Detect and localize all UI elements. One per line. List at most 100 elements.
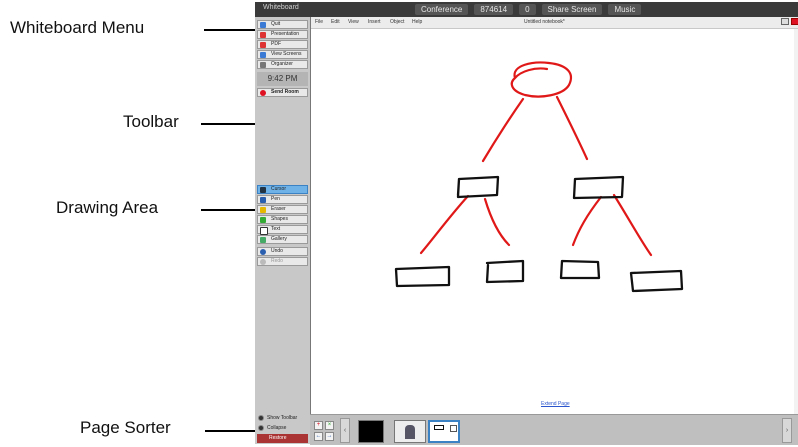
- whiteboard-menu: File Edit View Insert Object Help Untitl…: [311, 17, 798, 29]
- collapse-button[interactable]: Collapse: [257, 424, 286, 432]
- shapes-icon: [260, 217, 266, 223]
- tool-pen-label: Pen: [271, 196, 280, 202]
- window-buttons: [781, 18, 798, 25]
- box-mid-right: [572, 175, 625, 200]
- quit-button[interactable]: Quit: [257, 20, 308, 29]
- organizer-button[interactable]: Organizer: [257, 60, 308, 69]
- show-toolbar-button[interactable]: Show Toolbar: [257, 414, 297, 422]
- box-leaf-1: [394, 265, 451, 288]
- page-thumbnail-1[interactable]: [358, 420, 384, 443]
- menu-help[interactable]: Help: [412, 19, 422, 25]
- extend-page-link[interactable]: Extend Page: [541, 401, 570, 407]
- send-room-icon: [260, 90, 266, 96]
- conference-controls: Conference 874614 0 Share Screen Music: [415, 2, 642, 17]
- page-thumbnail-2[interactable]: [394, 420, 426, 443]
- box-leaf-4: [629, 269, 684, 293]
- thumbnail-tree-icon: [434, 425, 444, 430]
- scroll-left-icon[interactable]: ‹: [340, 418, 350, 443]
- menu-object[interactable]: Object: [390, 19, 404, 25]
- tool-gallery[interactable]: Gallery: [257, 235, 308, 244]
- callout-page-sorter: Page Sorter: [80, 418, 171, 437]
- send-room-label: Send Room: [271, 89, 299, 95]
- quit-icon: [260, 22, 266, 28]
- edge-right-a: [571, 195, 603, 247]
- music-button[interactable]: Music: [608, 4, 642, 15]
- app-title: Whiteboard: [263, 4, 299, 11]
- presentation-icon: [260, 32, 266, 38]
- whiteboard: File Edit View Insert Object Help Untitl…: [310, 17, 798, 414]
- presentation-label: Presentation: [271, 31, 300, 37]
- menu-insert[interactable]: Insert: [368, 19, 381, 25]
- tool-undo-label: Undo: [271, 248, 283, 254]
- callout-whiteboard-menu: Whiteboard Menu: [10, 18, 145, 37]
- toolbar-panel: Quit Presentation PDF View Screens Organ…: [255, 17, 310, 444]
- edge-root-right: [555, 95, 589, 161]
- view-screens-button[interactable]: View Screens: [257, 50, 308, 59]
- tool-eraser-label: Eraser: [271, 206, 286, 212]
- presentation-button[interactable]: Presentation: [257, 30, 308, 39]
- conference-code: 874614: [474, 4, 514, 15]
- pen-icon: [260, 197, 266, 203]
- restore-button[interactable]: Restore: [257, 434, 308, 443]
- menu-edit[interactable]: Edit: [331, 19, 340, 25]
- participant-count: 0: [519, 4, 536, 15]
- conference-button[interactable]: Conference: [415, 4, 469, 15]
- close-icon[interactable]: [791, 18, 798, 25]
- tool-cursor-label: Cursor: [271, 186, 287, 192]
- edge-left-b: [483, 197, 511, 247]
- organizer-icon: [260, 62, 266, 68]
- menu-view[interactable]: View: [348, 19, 359, 25]
- clock-display: 9:42 PM: [257, 72, 308, 86]
- tool-eraser[interactable]: Eraser: [257, 205, 308, 214]
- collapse-icon: [258, 425, 264, 431]
- tool-redo-label: Redo: [271, 258, 283, 264]
- thumbnail-box-icon: [450, 425, 457, 432]
- callout-drawing-area: Drawing Area: [56, 198, 159, 217]
- tool-gallery-label: Gallery: [271, 236, 287, 242]
- quit-label: Quit: [271, 21, 281, 27]
- page-sorter: + × ← → ‹ ›: [310, 414, 798, 445]
- show-toolbar-icon: [258, 415, 264, 421]
- page-thumbnail-3[interactable]: [428, 420, 460, 443]
- send-room-button[interactable]: Send Room: [257, 88, 308, 97]
- tool-redo[interactable]: Redo: [257, 257, 308, 266]
- top-bar: Whiteboard Conference 874614 0 Share Scr…: [255, 2, 798, 17]
- thumbnail-photo-icon: [405, 425, 415, 439]
- edge-root-left: [481, 97, 525, 163]
- restore-window-icon[interactable]: [781, 18, 789, 25]
- eraser-icon: [260, 207, 266, 213]
- view-screens-label: View Screens: [271, 51, 302, 57]
- gallery-icon: [260, 237, 266, 243]
- tool-cursor[interactable]: Cursor: [257, 185, 308, 194]
- pdf-button[interactable]: PDF: [257, 40, 308, 49]
- add-page-icon[interactable]: +: [314, 421, 323, 430]
- pdf-label: PDF: [271, 41, 281, 47]
- box-leaf-2: [485, 259, 525, 284]
- share-screen-button[interactable]: Share Screen: [541, 4, 603, 15]
- box-mid-left: [456, 175, 500, 199]
- cursor-icon: [260, 187, 266, 193]
- tool-pen[interactable]: Pen: [257, 195, 308, 204]
- tool-shapes-label: Shapes: [271, 216, 288, 222]
- callout-toolbar: Toolbar: [123, 112, 179, 131]
- redo-icon: [260, 259, 266, 265]
- edge-right-b: [612, 193, 653, 257]
- menu-file[interactable]: File: [315, 19, 323, 25]
- collapse-label: Collapse: [267, 425, 287, 431]
- tool-shapes[interactable]: Shapes: [257, 215, 308, 224]
- move-right-icon[interactable]: →: [325, 432, 334, 441]
- scroll-right-icon[interactable]: ›: [782, 418, 792, 443]
- show-toolbar-label: Show Toolbar: [267, 415, 298, 421]
- vertical-scrollbar[interactable]: [794, 29, 798, 414]
- tool-undo[interactable]: Undo: [257, 247, 308, 256]
- drawing-area[interactable]: [311, 29, 798, 414]
- box-leaf-3: [559, 259, 601, 280]
- tool-text[interactable]: Text: [257, 225, 308, 235]
- root-circle: [510, 61, 573, 98]
- move-left-icon[interactable]: ←: [314, 432, 323, 441]
- whiteboard-app-window: Whiteboard Conference 874614 0 Share Scr…: [255, 2, 798, 445]
- edge-left-a: [419, 194, 470, 255]
- pdf-icon: [260, 42, 266, 48]
- organizer-label: Organizer: [271, 61, 293, 67]
- delete-page-icon[interactable]: ×: [325, 421, 334, 430]
